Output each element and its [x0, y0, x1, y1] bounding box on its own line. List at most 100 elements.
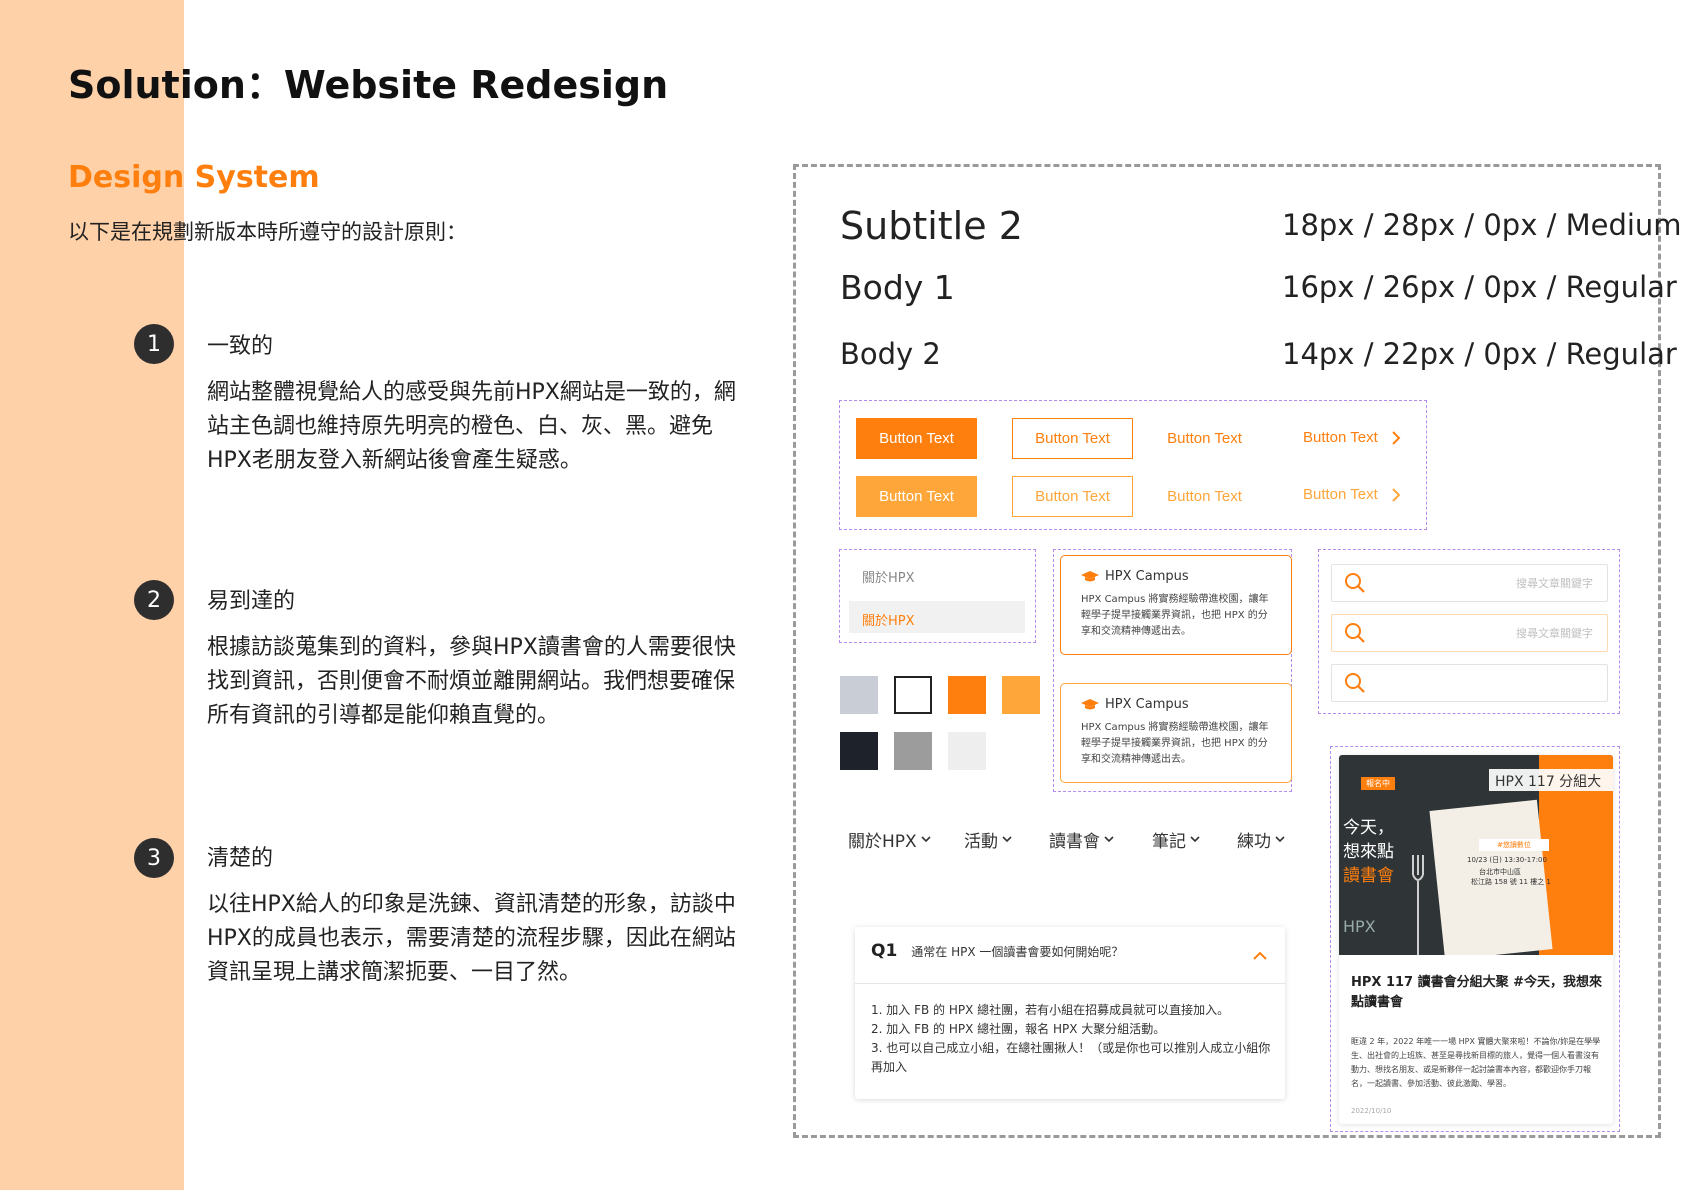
faq-answer-line: 1. 加入 FB 的 HPX 總社團，若有小組在招募成員就可以直接加入。: [871, 1003, 1230, 1017]
outline-button[interactable]: Button Text: [1012, 418, 1133, 459]
faq-divider: [855, 983, 1285, 984]
typo-spec: 14px / 22px / 0px / Regular: [1282, 337, 1677, 371]
image-tag: #悠讀數位: [1479, 839, 1549, 851]
article-date: 2022/10/10: [1351, 1107, 1392, 1115]
campus-card-text: HPX Campus 將實務經驗帶進校園，讓年輕學子提早接觸業界資訊，也把 HP…: [1081, 594, 1269, 637]
outline-button-hover[interactable]: Button Text: [1012, 476, 1133, 517]
buttons-group: Button Text Button Text Button Text Butt…: [839, 400, 1427, 530]
chevron-down-icon: [921, 836, 931, 843]
principle-text: 網站整體視覺給人的感受與先前HPX網站是一致的，網站主色調也維持原先明亮的橙色、…: [207, 380, 736, 473]
search-icon: [1345, 623, 1365, 643]
principle-number: 2: [134, 580, 174, 620]
arrow-button-label: Button Text: [1303, 486, 1378, 503]
arrow-button-hover[interactable]: Button Text: [1303, 486, 1401, 503]
image-address: 松江路 158 號 11 樓之 1: [1471, 878, 1551, 886]
graduation-cap-icon: [1081, 698, 1099, 709]
image-text-2: 想來點: [1343, 842, 1394, 862]
faq-answer: 1. 加入 FB 的 HPX 總社團，若有小組在招募成員就可以直接加入。 2. …: [871, 1001, 1271, 1077]
faq-q-label: Q1: [871, 941, 898, 961]
search-input-focus[interactable]: [1331, 664, 1608, 702]
cards-group: HPX Campus HPX Campus 將實務經驗帶進校園，讓年輕學子提早接…: [1053, 549, 1292, 792]
search-placeholder: 搜尋文章關鍵字: [1516, 627, 1593, 640]
typo-name: Subtitle 2: [840, 204, 1023, 248]
chevron-down-icon: [1104, 836, 1114, 843]
color-swatch-orange: [948, 676, 986, 714]
color-swatch-light-orange: [1002, 676, 1040, 714]
chevron-down-icon: [1190, 836, 1200, 843]
principle-title: 一致的: [207, 334, 274, 359]
search-icon: [1345, 573, 1365, 593]
principle-number: 3: [134, 838, 174, 878]
principle-title: 易到達的: [207, 589, 296, 614]
chevron-right-icon: [1392, 487, 1401, 502]
search-icon: [1345, 673, 1365, 693]
nav-item-label: 筆記: [1152, 832, 1186, 852]
arrow-button[interactable]: Button Text: [1303, 429, 1401, 446]
nav-item-label: 練功: [1237, 832, 1271, 852]
typo-name: Body 2: [840, 337, 941, 371]
color-swatch-off-white: [948, 732, 986, 770]
campus-card-brand: HPX Campus: [1105, 697, 1189, 712]
primary-button[interactable]: Button Text: [856, 418, 977, 459]
intro-text: 以下是在規劃新版本時所遵守的設計原則：: [68, 220, 467, 244]
text-button[interactable]: Button Text: [1144, 418, 1265, 459]
chevron-down-icon: [1002, 836, 1012, 843]
image-date: 10/23 (日) 13:30-17:00: [1467, 856, 1547, 864]
nav-item-about[interactable]: 關於HPX: [848, 827, 931, 852]
search-input-hover[interactable]: 搜尋文章關鍵字: [1331, 614, 1608, 652]
color-swatch-light-gray: [840, 676, 878, 714]
arrow-button-label: Button Text: [1303, 429, 1378, 446]
article-card[interactable]: HPX 117 分組大 報名中 今天， 想來點 讀書會 #悠讀數位 10/23 …: [1339, 755, 1613, 1124]
article-image: HPX 117 分組大 報名中 今天， 想來點 讀書會 #悠讀數位 10/23 …: [1339, 755, 1613, 955]
nav-item-label: 活動: [964, 832, 998, 852]
color-swatch-black: [840, 732, 878, 770]
search-input-default[interactable]: 搜尋文章關鍵字: [1331, 564, 1608, 602]
principle-title: 清楚的: [207, 846, 274, 871]
campus-card-text: HPX Campus 將實務經驗帶進校園，讓年輕學子提早接觸業界資訊，也把 HP…: [1081, 722, 1269, 765]
typo-name: Body 1: [840, 268, 955, 307]
image-text-3: 讀書會: [1343, 866, 1394, 886]
fork-icon: [1412, 855, 1424, 955]
article-body: 眶違 2 年，2022 年唯一一場 HPX 實體大聚來啦！不論你/妳是在學學生、…: [1351, 1037, 1601, 1088]
faq-answer-line: 3. 也可以自己成立小組，在總社團揪人！（或是你也可以推別人成立小組你再加入: [871, 1041, 1271, 1074]
nav-item-label: 關於HPX: [848, 832, 917, 852]
menu-items-group: 關於HPX 關於HPX: [839, 549, 1036, 643]
faq-question: 通常在 HPX 一個讀書會要如何開始呢？: [911, 944, 1124, 959]
campus-card[interactable]: HPX Campus HPX Campus 將實務經驗帶進校園，讓年輕學子提早接…: [1060, 555, 1292, 655]
chevron-up-icon[interactable]: [1253, 951, 1267, 960]
article-title: HPX 117 讀書會分組大聚 #今天，我想來點讀書會: [1351, 975, 1603, 1010]
nav-item-label: 讀書會: [1049, 832, 1100, 852]
image-location: 台北市中山區: [1479, 868, 1521, 876]
campus-card-hover[interactable]: HPX Campus HPX Campus 將實務經驗帶進校園，讓年輕學子提早接…: [1060, 683, 1292, 783]
nav-item-book-club[interactable]: 讀書會: [1049, 827, 1114, 852]
page-title: Solution：Website Redesign: [68, 63, 669, 107]
registering-badge: 報名中: [1361, 777, 1395, 790]
typo-spec: 18px / 28px / 0px / Medium: [1282, 208, 1682, 242]
image-text-1: 今天，: [1343, 818, 1394, 838]
color-swatch-gray: [894, 732, 932, 770]
typo-spec: 16px / 26px / 0px / Regular: [1282, 270, 1677, 304]
article-group: HPX 117 分組大 報名中 今天， 想來點 讀書會 #悠讀數位 10/23 …: [1330, 746, 1620, 1132]
image-header-text: HPX 117 分組大: [1495, 774, 1602, 790]
search-placeholder: 搜尋文章關鍵字: [1516, 577, 1593, 590]
text-button-hover[interactable]: Button Text: [1144, 476, 1265, 517]
menu-item-default[interactable]: 關於HPX: [862, 567, 915, 586]
graduation-cap-icon: [1081, 570, 1099, 581]
nav-item-practice[interactable]: 練功: [1237, 827, 1285, 852]
principle-text: 以往HPX給人的印象是洗鍊、資訊清楚的形象，訪談中HPX的成員也表示，需要清楚的…: [207, 892, 736, 985]
faq-header[interactable]: Q1 通常在 HPX 一個讀書會要如何開始呢？: [871, 941, 1123, 961]
chevron-down-icon: [1275, 836, 1285, 843]
principle-text: 根據訪談蒐集到的資料，參與HPX讀書會的人需要很快找到資訊，否則便會不耐煩並離開…: [207, 635, 736, 728]
faq-answer-line: 2. 加入 FB 的 HPX 總社團，報名 HPX 大聚分組活動。: [871, 1022, 1166, 1036]
nav-item-events[interactable]: 活動: [964, 827, 1012, 852]
nav-item-notes[interactable]: 筆記: [1152, 827, 1200, 852]
faq-accordion[interactable]: Q1 通常在 HPX 一個讀書會要如何開始呢？ 1. 加入 FB 的 HPX 總…: [855, 927, 1285, 1099]
hpx-logo: HPX: [1343, 917, 1376, 936]
chevron-right-icon: [1392, 430, 1401, 445]
primary-button-hover[interactable]: Button Text: [856, 476, 977, 517]
principle-number: 1: [134, 324, 174, 364]
section-title: Design System: [68, 160, 320, 195]
campus-card-brand: HPX Campus: [1105, 569, 1189, 584]
menu-item-active[interactable]: 關於HPX: [862, 610, 915, 629]
color-swatch-white: [894, 676, 932, 714]
